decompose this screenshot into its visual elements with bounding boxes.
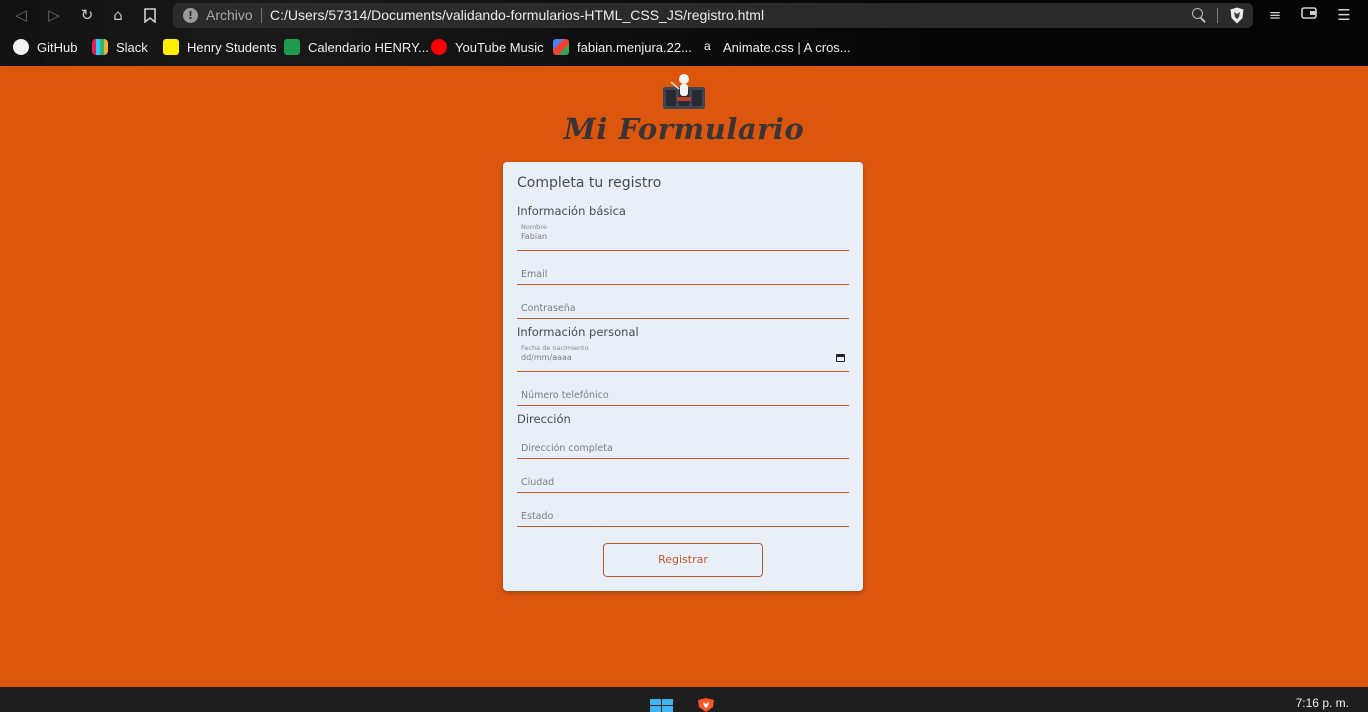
password-placeholder: Contraseña [521, 303, 576, 314]
youtube-music-icon [431, 39, 447, 55]
address-field[interactable]: Dirección completa [517, 429, 849, 459]
url-divider-right [1217, 8, 1218, 23]
birthdate-field-label: Fecha de nacimiento [521, 344, 589, 352]
bookmark-calendario-henry[interactable]: Calendario HENRY... [284, 37, 429, 57]
phone-field[interactable]: Número telefónico [517, 376, 849, 406]
page-title: Mi Formulario [563, 112, 805, 146]
info-icon[interactable]: ! [183, 8, 198, 23]
address-bar[interactable]: ! Archivo C:/Users/57314/Documents/valid… [173, 3, 1253, 28]
bookmark-label: Henry Students [187, 39, 277, 55]
name-field-value: Fabian [521, 232, 548, 241]
section-address: Dirección [517, 412, 571, 426]
calendar-picker-icon[interactable] [836, 354, 845, 362]
home-button[interactable]: ⌂ [107, 5, 129, 25]
brave-browser-icon[interactable] [696, 698, 716, 712]
bookmark-slack[interactable]: Slack [92, 37, 148, 57]
city-field[interactable]: Ciudad [517, 463, 849, 493]
zoom-icon[interactable] [1191, 7, 1207, 23]
state-field[interactable]: Estado [517, 497, 849, 527]
url-text[interactable]: C:/Users/57314/Documents/validando-formu… [270, 7, 764, 23]
back-button[interactable]: ◁ [10, 5, 32, 25]
registration-form: Completa tu registro Información básica … [503, 162, 863, 591]
taskbar-clock[interactable]: 7:16 p. m. [1296, 696, 1349, 710]
form-heading: Completa tu registro [517, 175, 662, 191]
section-personal-info: Información personal [517, 325, 639, 339]
url-scheme-label: Archivo [206, 7, 253, 23]
taskbar: 7:16 p. m. [0, 687, 1368, 712]
bookmark-label: GitHub [37, 39, 78, 55]
bookmark-animate-css[interactable]: a Animate.css | A cros... [704, 37, 851, 57]
birthdate-field[interactable]: Fecha de nacimiento dd/mm/aaaa [517, 342, 849, 372]
section-basic-info: Información básica [517, 204, 626, 218]
gmail-icon [553, 39, 569, 55]
bookmark-youtube-music[interactable]: YouTube Music [431, 37, 544, 57]
name-field[interactable]: Nombre Fabian [517, 221, 849, 251]
url-divider [261, 8, 262, 23]
forward-button[interactable]: ▷ [43, 5, 65, 25]
address-placeholder: Dirección completa [521, 443, 613, 454]
animate-icon: a [704, 39, 711, 53]
calendar-icon [284, 39, 300, 55]
state-placeholder: Estado [521, 511, 554, 522]
bookmark-icon [144, 8, 156, 24]
browser-chrome: ◁ ▷ ↻ ⌂ ! Archivo C:/Users/57314/Documen… [0, 0, 1368, 66]
register-button[interactable]: Registrar [603, 543, 763, 577]
slack-icon [92, 39, 108, 55]
bookmark-github[interactable]: GitHub [13, 37, 77, 57]
bookmark-gmail[interactable]: fabian.menjura.22... [553, 37, 692, 57]
wallet-icon[interactable] [1300, 6, 1318, 24]
bookmark-label: Calendario HENRY... [308, 39, 429, 55]
henry-icon [163, 39, 179, 55]
city-placeholder: Ciudad [521, 477, 555, 488]
bookmark-henry-students[interactable]: Henry Students [163, 37, 277, 57]
bookmark-label: Slack [116, 39, 148, 55]
bookmark-label: YouTube Music [455, 39, 544, 55]
email-field[interactable]: Email [517, 255, 849, 285]
bookmark-label: fabian.menjura.22... [577, 39, 692, 55]
menu-icon[interactable]: ☰ [1335, 6, 1353, 24]
password-field[interactable]: Contraseña [517, 289, 849, 319]
github-icon [13, 39, 29, 55]
brave-shields-icon[interactable] [1229, 7, 1245, 24]
bookmark-label: Animate.css | A cros... [723, 39, 851, 55]
page-content: Mi Formulario Completa tu registro Infor… [0, 66, 1368, 687]
reload-button[interactable]: ↻ [76, 5, 98, 25]
windows-start-icon[interactable] [650, 699, 673, 712]
browser-toolbar: ◁ ▷ ↻ ⌂ ! Archivo C:/Users/57314/Documen… [0, 0, 1368, 30]
bookmark-button[interactable] [139, 5, 161, 25]
email-placeholder: Email [521, 269, 548, 280]
phone-placeholder: Número telefónico [521, 390, 609, 401]
playlist-icon[interactable]: ≡ [1266, 6, 1284, 24]
wallet-glyph-icon [1301, 7, 1317, 19]
birthdate-field-value: dd/mm/aaaa [521, 353, 572, 362]
name-field-label: Nombre [521, 223, 547, 231]
logo-icon [663, 74, 705, 109]
bookmarks-bar: GitHub Slack Henry Students Calendario H… [0, 35, 1368, 59]
